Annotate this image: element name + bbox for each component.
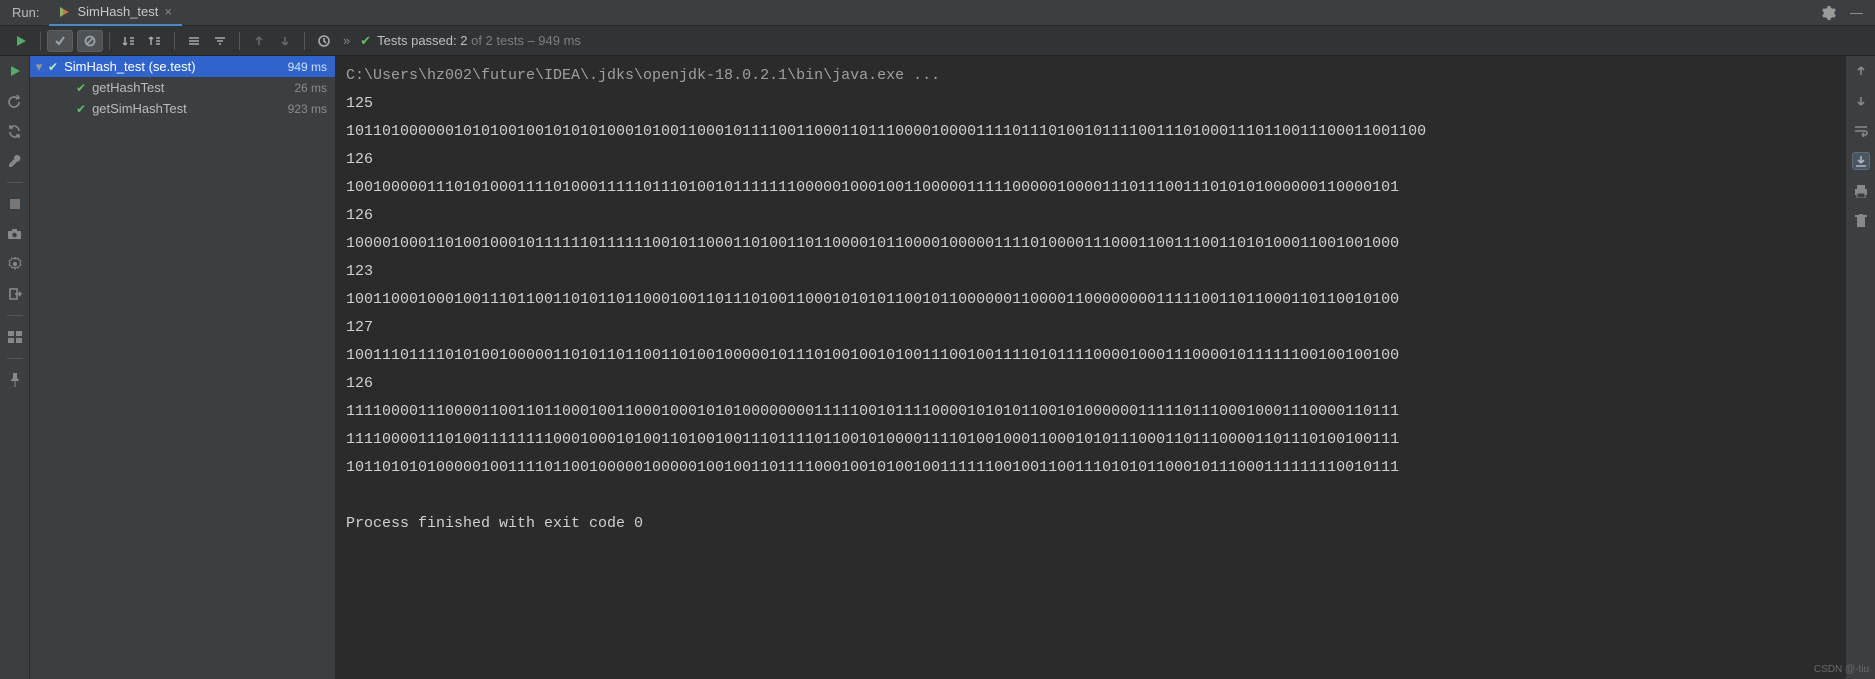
rerun-icon[interactable] [6, 62, 24, 80]
tree-root-node[interactable]: ▾ ✔ SimHash_test (se.test) 949 ms [30, 56, 335, 77]
tree-node-label: SimHash_test (se.test) [64, 59, 288, 74]
test-config-icon [57, 5, 71, 19]
settings-icon[interactable] [6, 255, 24, 273]
tests-total-suffix: of 2 tests – 949 ms [467, 33, 580, 48]
window-controls: — [1850, 5, 1875, 20]
checkmark-icon: ✔ [48, 60, 58, 74]
run-label: Run: [0, 5, 49, 20]
pin-icon[interactable] [6, 371, 24, 389]
tree-node-time: 949 ms [288, 60, 327, 74]
sort-duration-icon[interactable] [142, 30, 168, 52]
collapse-all-icon[interactable] [207, 30, 233, 52]
trash-icon[interactable] [1852, 212, 1870, 230]
console-output[interactable]: C:\Users\hz002\future\IDEA\.jdks\openjdk… [336, 56, 1845, 679]
scroll-down-icon[interactable] [1852, 92, 1870, 110]
chevron-down-icon[interactable]: ▾ [30, 59, 48, 75]
exit-icon[interactable] [6, 285, 24, 303]
soft-wrap-icon[interactable] [1852, 122, 1870, 140]
watermark: CSDN @-tiu [1814, 664, 1869, 675]
run-button[interactable] [8, 30, 34, 52]
checkmark-icon: ✔ [76, 102, 86, 116]
tree-node-time: 26 ms [294, 81, 327, 95]
layout-icon[interactable] [6, 328, 24, 346]
next-test-icon[interactable] [272, 30, 298, 52]
sort-alpha-icon[interactable] [116, 30, 142, 52]
checkmark-icon: ✔ [360, 33, 371, 49]
print-icon[interactable] [1852, 182, 1870, 200]
close-icon[interactable]: × [164, 5, 172, 18]
camera-icon[interactable] [6, 225, 24, 243]
scroll-up-icon[interactable] [1852, 62, 1870, 80]
title-tab-bar: Run: SimHash_test × — [0, 0, 1875, 26]
scroll-to-end-icon[interactable] [1852, 152, 1870, 170]
rerun-failed-icon[interactable] [6, 92, 24, 110]
test-status: ✔ Tests passed: 2 of 2 tests – 949 ms [356, 33, 581, 49]
prev-test-icon[interactable] [246, 30, 272, 52]
tab-label: SimHash_test [77, 4, 158, 19]
wrench-icon[interactable] [6, 152, 24, 170]
tree-node-time: 923 ms [288, 102, 327, 116]
gear-icon[interactable] [1820, 5, 1836, 21]
import-results-icon[interactable] [311, 30, 337, 52]
test-toolbar: » ✔ Tests passed: 2 of 2 tests – 949 ms [0, 26, 1875, 56]
checkmark-icon: ✔ [76, 81, 86, 95]
show-passed-button[interactable] [47, 30, 73, 52]
test-tree[interactable]: ▾ ✔ SimHash_test (se.test) 949 ms ✔ getH… [30, 56, 336, 679]
left-tool-gutter [0, 56, 30, 679]
stop-icon[interactable] [6, 195, 24, 213]
toggle-auto-icon[interactable] [6, 122, 24, 140]
run-tab[interactable]: SimHash_test × [49, 0, 182, 26]
tree-node-label: getHashTest [92, 80, 294, 95]
expand-all-icon[interactable] [181, 30, 207, 52]
more-icon[interactable]: » [337, 33, 356, 48]
tests-passed-prefix: Tests passed: [377, 33, 460, 48]
tree-child-node[interactable]: ✔ getHashTest 26 ms [30, 77, 335, 98]
tree-child-node[interactable]: ✔ getSimHashTest 923 ms [30, 98, 335, 119]
tree-node-label: getSimHashTest [92, 101, 288, 116]
show-ignored-button[interactable] [77, 30, 103, 52]
minimize-icon[interactable]: — [1850, 5, 1863, 20]
right-tool-gutter [1845, 56, 1875, 679]
